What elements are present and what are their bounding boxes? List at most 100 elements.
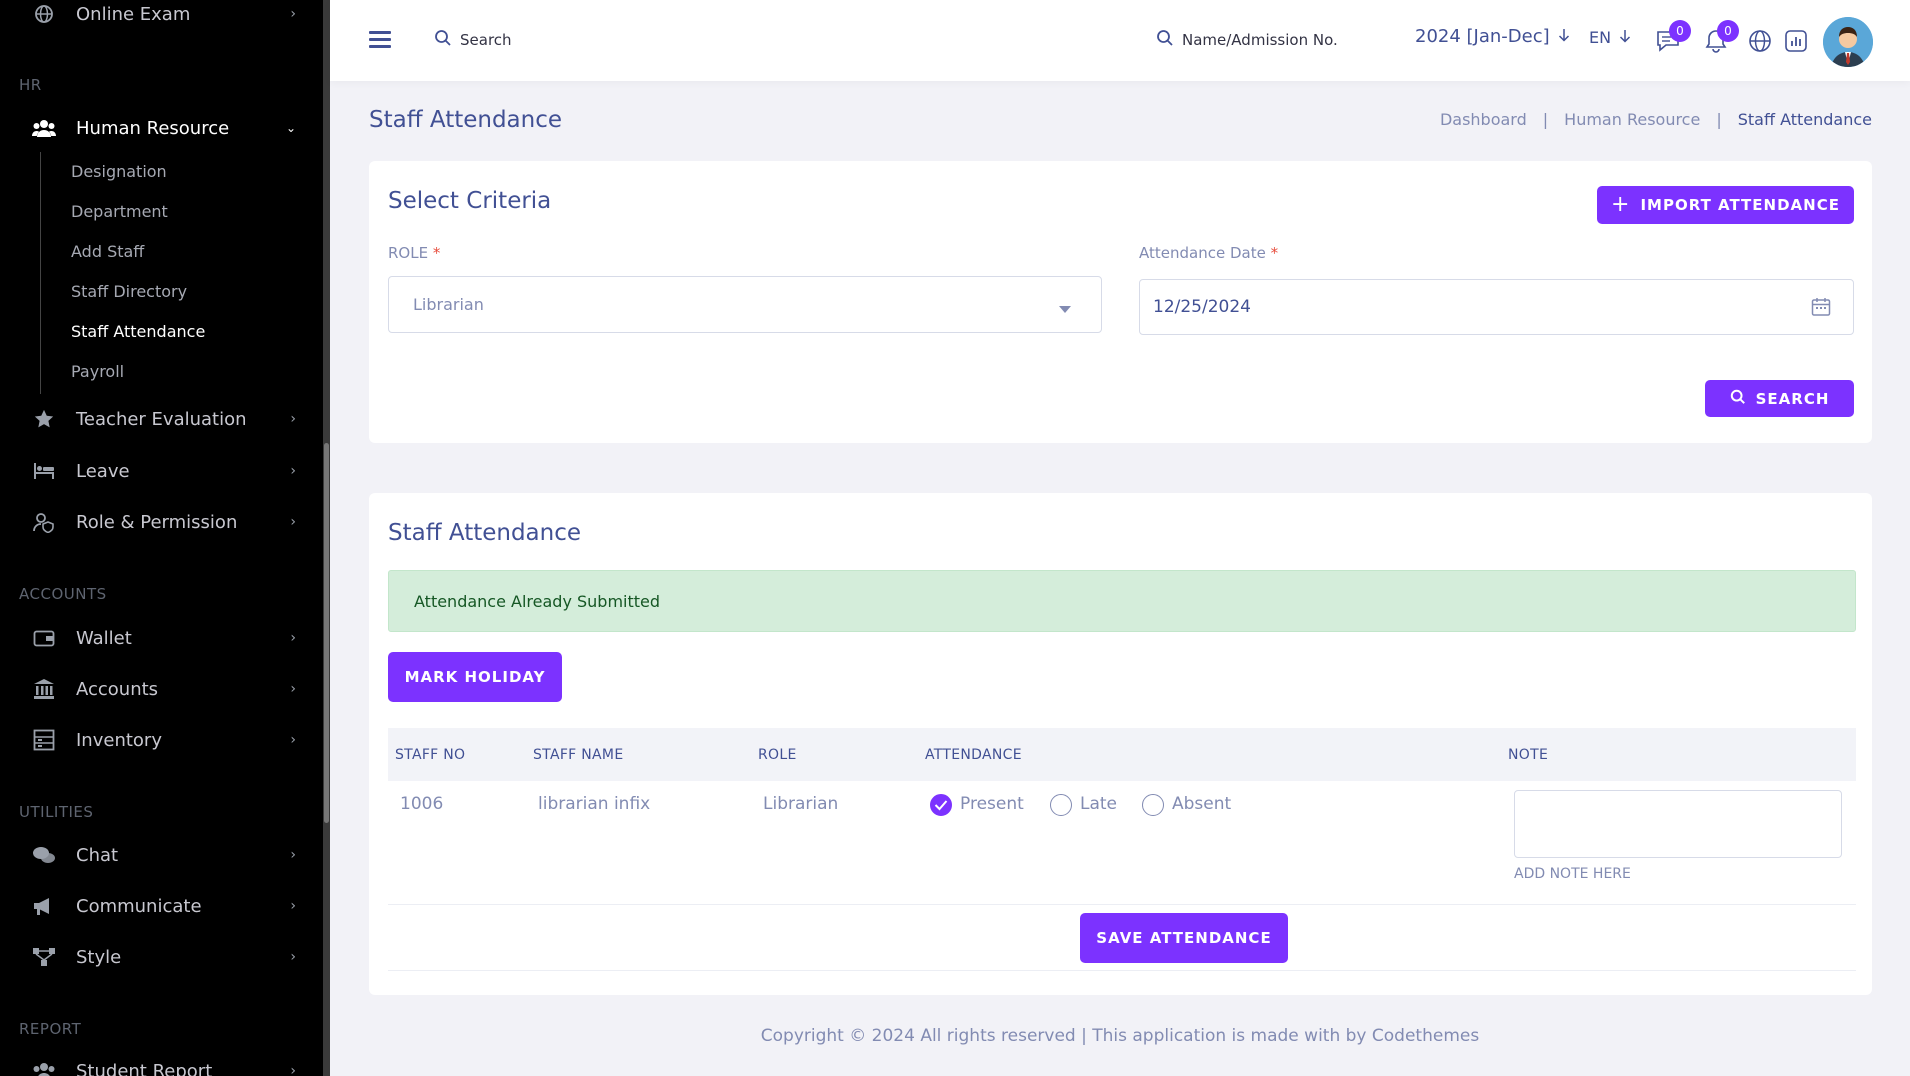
messages-icon[interactable]: 0	[1655, 20, 1691, 54]
row-divider	[388, 904, 1856, 905]
column-header-staff-name: STAFF NAME	[533, 747, 624, 763]
radio-present[interactable]	[930, 794, 952, 816]
sidebar-item-leave[interactable]: Leave ›	[0, 446, 320, 496]
staff-attendance-title: Staff Attendance	[388, 520, 582, 546]
sidebar-item-label: Human Resource	[76, 117, 230, 139]
sidebar-item-communicate[interactable]: Communicate ›	[0, 881, 320, 931]
submenu-item-staff-attendance[interactable]: Staff Attendance	[71, 322, 205, 341]
sidebar-item-teacher-evaluation[interactable]: Teacher Evaluation ›	[0, 394, 320, 444]
user-avatar[interactable]	[1823, 17, 1873, 67]
sidebar-item-online-exam[interactable]: Online Exam ›	[0, 0, 320, 39]
session-selector[interactable]: 2024 [Jan-Dec]	[1415, 26, 1570, 47]
chevron-right-icon: ›	[290, 681, 296, 697]
top-bar: Search Name/Admission No. 2024 [Jan-Dec]…	[330, 0, 1910, 81]
bank-icon	[32, 677, 56, 701]
language-label: EN	[1589, 28, 1612, 47]
cell-role: Librarian	[763, 794, 839, 814]
submenu-item-department[interactable]: Department	[71, 202, 168, 221]
search-button[interactable]: SEARCH	[1705, 380, 1854, 417]
required-marker: *	[1270, 244, 1279, 262]
required-marker: *	[432, 244, 441, 262]
breadcrumb-human-resource[interactable]: Human Resource	[1564, 110, 1700, 129]
row-divider	[388, 970, 1856, 971]
column-header-note: NOTE	[1508, 747, 1549, 763]
sidebar-item-accounts[interactable]: Accounts ›	[0, 664, 320, 714]
attendance-date-input[interactable]: 12/25/2024	[1139, 279, 1854, 335]
attendance-date-label: Attendance Date *	[1139, 244, 1278, 262]
submenu-item-staff-directory[interactable]: Staff Directory	[71, 282, 187, 301]
user-shield-icon	[32, 510, 56, 534]
section-heading-accounts: ACCOUNTS	[19, 585, 107, 603]
sidebar-item-role-permission[interactable]: Role & Permission ›	[0, 497, 320, 547]
sidebar-scrollbar[interactable]	[323, 0, 330, 1076]
cell-staff-name: librarian infix	[538, 794, 651, 814]
sidebar-item-label: Student Report	[76, 1060, 213, 1076]
import-attendance-label: IMPORT ATTENDANCE	[1640, 196, 1840, 214]
sidebar-scroll-thumb[interactable]	[324, 443, 329, 823]
caret-down-icon	[1059, 299, 1071, 319]
student-search-box[interactable]: Name/Admission No.	[1156, 29, 1338, 51]
sidebar-item-style[interactable]: Style ›	[0, 932, 320, 982]
chat-bubbles-icon	[32, 843, 56, 867]
column-header-role: ROLE	[758, 747, 797, 763]
radio-late-label[interactable]: Late	[1080, 794, 1117, 814]
search-icon	[1156, 29, 1174, 51]
search-box[interactable]: Search	[434, 29, 512, 51]
mark-holiday-label: MARK HOLIDAY	[404, 668, 546, 686]
hamburger-menu-icon[interactable]	[369, 31, 391, 49]
import-attendance-button[interactable]: + IMPORT ATTENDANCE	[1597, 186, 1854, 224]
session-label: 2024 [Jan-Dec]	[1415, 26, 1550, 47]
submenu-item-designation[interactable]: Designation	[71, 162, 167, 181]
style-nodes-icon	[32, 945, 56, 969]
search-label: Search	[460, 31, 512, 49]
language-selector[interactable]: EN	[1589, 28, 1631, 47]
search-icon	[1730, 389, 1746, 409]
column-header-attendance: ATTENDANCE	[925, 747, 1022, 763]
submenu-item-payroll[interactable]: Payroll	[71, 362, 124, 381]
chevron-right-icon: ›	[290, 411, 296, 427]
bell-icon[interactable]: 0	[1703, 20, 1739, 54]
save-attendance-button[interactable]: SAVE ATTENDANCE	[1080, 913, 1288, 963]
column-header-staff-no: STAFF NO	[395, 747, 466, 763]
attendance-date-label-text: Attendance Date	[1139, 244, 1266, 262]
sidebar-item-student-report[interactable]: Student Report ›	[0, 1046, 320, 1076]
save-attendance-label: SAVE ATTENDANCE	[1096, 929, 1272, 947]
role-label-text: ROLE	[388, 244, 429, 262]
radio-absent-label[interactable]: Absent	[1172, 794, 1231, 814]
cell-staff-no: 1006	[400, 794, 444, 814]
sidebar: Online Exam › HR Human Resource ⌄ Design…	[0, 0, 330, 1076]
submenu-item-add-staff[interactable]: Add Staff	[71, 242, 144, 261]
sidebar-item-label: Style	[76, 946, 122, 968]
chevron-right-icon: ›	[290, 463, 296, 479]
chart-icon[interactable]	[1783, 28, 1809, 54]
radio-late[interactable]	[1050, 794, 1072, 816]
sidebar-item-inventory[interactable]: Inventory ›	[0, 715, 320, 765]
messages-count-badge: 0	[1669, 20, 1691, 42]
sidebar-item-label: Wallet	[76, 627, 132, 649]
sidebar-item-human-resource[interactable]: Human Resource ⌄	[0, 103, 320, 153]
student-search-label: Name/Admission No.	[1182, 31, 1338, 49]
breadcrumb-dashboard[interactable]: Dashboard	[1440, 110, 1527, 129]
sidebar-item-chat[interactable]: Chat ›	[0, 830, 320, 880]
mark-holiday-button[interactable]: MARK HOLIDAY	[388, 652, 562, 702]
chevron-right-icon: ›	[290, 949, 296, 965]
users-icon	[32, 1059, 56, 1076]
megaphone-icon	[32, 894, 56, 918]
radio-present-label[interactable]: Present	[960, 794, 1024, 814]
breadcrumb: Dashboard | Human Resource | Staff Atten…	[1440, 110, 1872, 129]
website-globe-icon[interactable]	[1747, 28, 1773, 54]
table-header: STAFF NO STAFF NAME ROLE ATTENDANCE NOTE	[388, 728, 1856, 781]
sidebar-item-label: Teacher Evaluation	[76, 408, 247, 430]
breadcrumb-separator: |	[1716, 110, 1722, 129]
sidebar-item-label: Role & Permission	[76, 511, 238, 533]
footer-copyright: Copyright © 2024 All rights reserved | T…	[760, 1026, 1480, 1046]
note-input[interactable]	[1514, 790, 1842, 858]
chevron-right-icon: ›	[290, 732, 296, 748]
calendar-icon[interactable]	[1811, 297, 1831, 322]
bed-icon	[32, 459, 56, 483]
sidebar-item-label: Leave	[76, 460, 130, 482]
radio-absent[interactable]	[1142, 794, 1164, 816]
role-select[interactable]: Librarian	[388, 276, 1102, 333]
sidebar-item-label: Inventory	[76, 729, 162, 751]
sidebar-item-wallet[interactable]: Wallet ›	[0, 613, 320, 663]
